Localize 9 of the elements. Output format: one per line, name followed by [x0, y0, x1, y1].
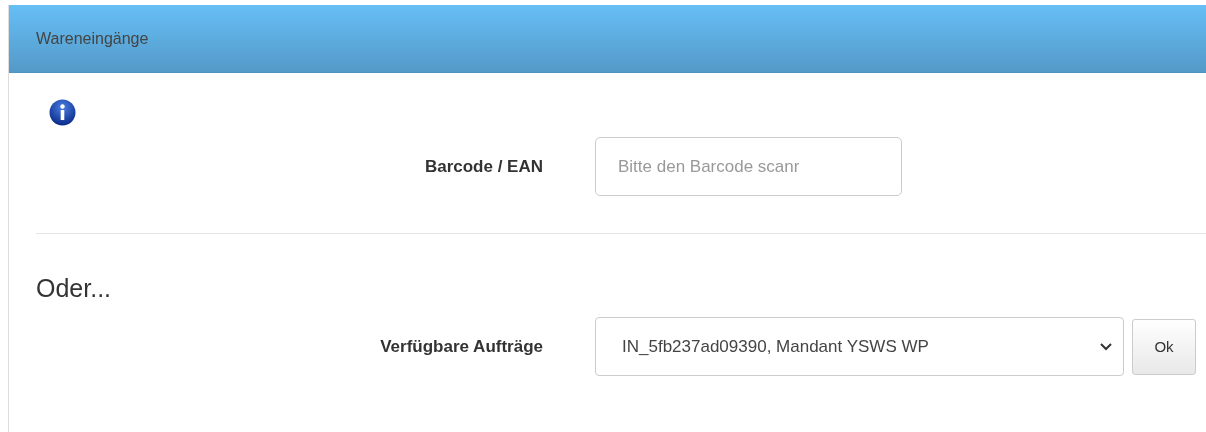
field-label: Verfügbare Aufträge [379, 336, 543, 357]
barcode-input[interactable]: Bitte den Barcode scanr [595, 137, 902, 196]
panel-title: Wareneingänge [36, 29, 149, 48]
caret-icon [1099, 341, 1113, 352]
section-heading: Oder... [36, 274, 113, 303]
info-icon [49, 99, 76, 126]
field-label: Barcode / EAN [423, 156, 543, 177]
ok-button[interactable]: Ok [1132, 318, 1196, 375]
order-dropdown[interactable]: IN_5fb237ad09390, Mandant YSWS WP [595, 317, 1124, 376]
